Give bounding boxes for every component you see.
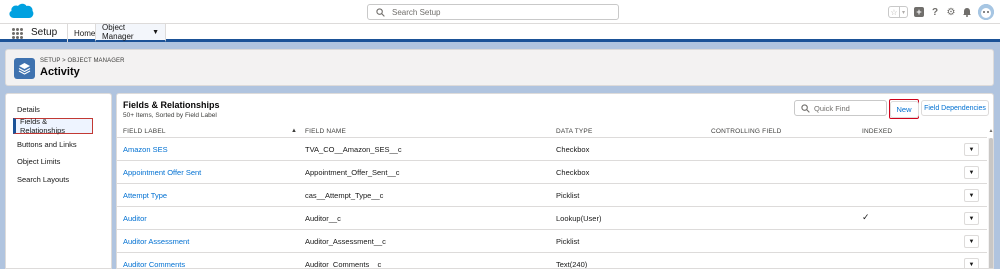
field-name: Auditor__c: [305, 214, 341, 223]
page-header: SETUP > OBJECT MANAGER Activity: [5, 49, 994, 86]
table-row: Auditor Assessment Auditor_Assessment__c…: [117, 230, 987, 253]
column-header-data-type[interactable]: DATA TYPE: [556, 128, 592, 135]
field-label-link[interactable]: Auditor Assessment: [123, 237, 189, 246]
sidebar-item-details[interactable]: Details: [6, 101, 113, 117]
data-type: Picklist: [556, 237, 580, 246]
new-button-highlight: New: [889, 99, 919, 119]
sidebar-item-fields-relationships[interactable]: Fields & Relationships: [13, 117, 93, 135]
data-type: Text(240): [556, 260, 588, 269]
sidebar-item-label: Buttons and Links: [17, 139, 77, 149]
bell-icon[interactable]: [962, 7, 972, 17]
app-name: Setup: [31, 27, 58, 38]
table-row: Appointment Offer Sent Appointment_Offer…: [117, 161, 987, 184]
row-actions-chevron-icon[interactable]: ▼: [964, 189, 979, 202]
field-name: Appointment_Offer_Sent__c: [305, 168, 400, 177]
avatar-face: [978, 4, 994, 20]
row-actions-chevron-icon[interactable]: ▼: [964, 166, 979, 179]
sort-ascending-icon[interactable]: ▲: [291, 128, 297, 134]
data-type: Lookup(User): [556, 214, 602, 223]
tab-object-manager-label: Object Manager: [102, 23, 134, 41]
sidebar-item-label: Search Layouts: [17, 174, 70, 184]
data-type: Checkbox: [556, 168, 590, 177]
sidebar-item-search-layouts[interactable]: Search Layouts: [6, 171, 113, 187]
panel-subtitle: 50+ Items, Sorted by Field Label: [123, 112, 217, 119]
fields-panel: Fields & Relationships 50+ Items, Sorted…: [116, 93, 994, 269]
new-button[interactable]: New: [889, 100, 919, 118]
sidebar-item-object-limits[interactable]: Object Limits: [6, 153, 113, 169]
app-launcher-icon[interactable]: [12, 28, 23, 39]
app-nav-bar: Setup Home Object Manager ▼: [0, 23, 1000, 42]
global-header: Search Setup ☆ ▾ + ? ⚙: [0, 0, 1000, 24]
row-actions-chevron-icon[interactable]: ▼: [964, 258, 979, 268]
tab-object-manager[interactable]: Object Manager ▼: [95, 23, 166, 42]
chevron-down-icon[interactable]: ▾: [899, 7, 907, 17]
search-placeholder: Search Setup: [392, 8, 441, 17]
field-label-link[interactable]: Amazon SES: [123, 145, 168, 154]
layers-icon: [14, 58, 35, 79]
quick-find-placeholder: Quick Find: [814, 104, 850, 113]
column-header-indexed[interactable]: INDEXED: [862, 128, 892, 135]
row-actions-chevron-icon[interactable]: ▼: [964, 235, 979, 248]
data-type: Checkbox: [556, 145, 590, 154]
row-actions-chevron-icon[interactable]: ▼: [964, 212, 979, 225]
search-icon: [376, 8, 385, 17]
field-name: TVA_CO__Amazon_SES__c: [305, 145, 402, 154]
gear-icon[interactable]: ⚙: [946, 7, 956, 18]
field-label-link[interactable]: Auditor: [123, 214, 147, 223]
table-row: Attempt Type cas__Attempt_Type__c Pickli…: [117, 184, 987, 207]
field-name: Auditor_Comments__c: [305, 260, 382, 269]
sidebar-item-label: Fields & Relationships: [20, 117, 66, 135]
field-label-link[interactable]: Appointment Offer Sent: [123, 168, 201, 177]
bell-icon-shape: [963, 8, 971, 17]
sidebar-item-buttons-links[interactable]: Buttons and Links: [6, 136, 113, 152]
scroll-up-arrow-icon[interactable]: ▲: [988, 128, 993, 137]
field-dependencies-button[interactable]: Field Dependencies: [921, 100, 989, 116]
page-title: Activity: [40, 66, 80, 78]
row-actions-chevron-icon[interactable]: ▼: [964, 143, 979, 156]
plus-icon[interactable]: +: [914, 7, 924, 17]
field-label-link[interactable]: Auditor Comments: [123, 260, 185, 268]
column-header-field-name[interactable]: FIELD NAME: [305, 128, 346, 135]
avatar-icon[interactable]: [978, 4, 994, 20]
header-actions: ☆ ▾ + ? ⚙: [888, 3, 994, 21]
indexed-check: ✓: [862, 212, 870, 222]
sidebar-item-label: Details: [17, 104, 40, 114]
field-name: cas__Attempt_Type__c: [305, 191, 384, 200]
star-icon[interactable]: ☆: [889, 7, 899, 17]
search-icon: [801, 104, 810, 113]
field-label-link[interactable]: Attempt Type: [123, 191, 167, 200]
tab-home-label: Home: [74, 28, 96, 38]
column-header-controlling-field[interactable]: CONTROLLING FIELD: [711, 128, 782, 135]
table-row: Auditor Comments Auditor_Comments__c Tex…: [117, 253, 987, 269]
column-header-field-label[interactable]: FIELD LABEL: [123, 128, 166, 135]
field-name: Auditor_Assessment__c: [305, 237, 386, 246]
setup-search-input[interactable]: Search Setup: [367, 4, 619, 20]
sidebar: Details Fields & Relationships Buttons a…: [5, 93, 112, 269]
breadcrumb[interactable]: SETUP > OBJECT MANAGER: [40, 58, 125, 64]
quick-find-input[interactable]: Quick Find: [794, 100, 887, 116]
data-type: Picklist: [556, 191, 580, 200]
layers-icon-shape: [18, 63, 31, 75]
panel-title: Fields & Relationships: [123, 100, 220, 110]
table-row: Amazon SES TVA_CO__Amazon_SES__c Checkbo…: [117, 138, 987, 161]
scrollbar-thumb[interactable]: [989, 138, 993, 268]
table-scrollbar[interactable]: [988, 138, 993, 268]
table-row: Auditor Auditor__c Lookup(User) ✓ ▼: [117, 207, 987, 230]
help-icon[interactable]: ?: [930, 7, 940, 18]
chevron-down-icon[interactable]: ▼: [152, 29, 159, 36]
sidebar-item-label: Object Limits: [17, 156, 61, 166]
salesforce-cloud-icon[interactable]: [8, 3, 34, 21]
favorites-group: ☆ ▾: [888, 6, 908, 18]
